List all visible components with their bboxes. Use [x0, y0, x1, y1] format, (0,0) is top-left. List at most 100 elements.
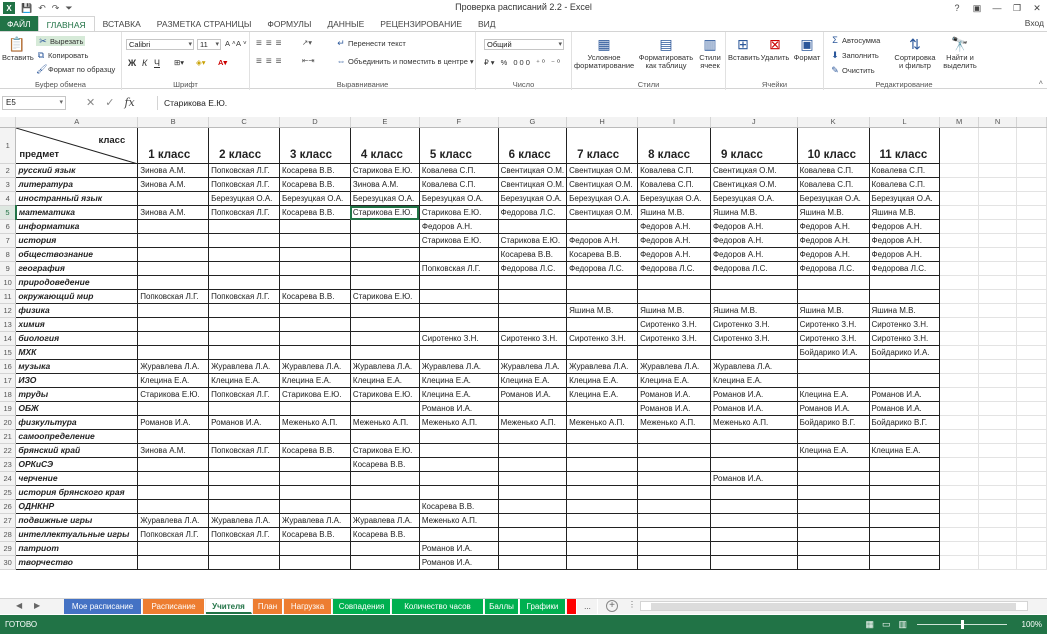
- teacher-cell[interactable]: Зинова А.М.: [137, 443, 210, 458]
- teacher-cell[interactable]: Журавлева Л.А.: [637, 359, 711, 374]
- teacher-cell[interactable]: [279, 541, 351, 556]
- teacher-cell[interactable]: [279, 401, 351, 416]
- row-header[interactable]: 1: [0, 127, 17, 164]
- teacher-cell[interactable]: Журавлева Л.А.: [349, 359, 420, 374]
- teacher-cell[interactable]: Бойдарико И.А.: [796, 345, 870, 360]
- conditional-formatting-button[interactable]: ▦ Условное форматирование: [574, 35, 634, 70]
- teacher-cell[interactable]: Клецина Е.А.: [208, 373, 281, 388]
- teacher-cell[interactable]: [868, 471, 941, 486]
- teacher-cell[interactable]: [418, 429, 499, 444]
- cell[interactable]: [978, 331, 1018, 346]
- cell[interactable]: [1016, 127, 1047, 164]
- sheet-tab[interactable]: Графики: [520, 599, 566, 614]
- cell[interactable]: [978, 471, 1018, 486]
- row-header[interactable]: 4: [0, 191, 17, 206]
- cell[interactable]: [1016, 191, 1047, 206]
- teacher-cell[interactable]: [418, 317, 499, 332]
- subject-cell[interactable]: интеллектуальные игры: [15, 527, 139, 542]
- teacher-cell[interactable]: Романов И.А.: [418, 401, 499, 416]
- teacher-cell[interactable]: Клецина Е.А.: [868, 443, 941, 458]
- column-header[interactable]: L: [869, 117, 941, 128]
- teacher-cell[interactable]: Яшина М.В.: [868, 303, 941, 318]
- teacher-cell[interactable]: Федоров А.Н.: [709, 233, 798, 248]
- teacher-cell[interactable]: Клецина Е.А.: [637, 373, 711, 388]
- sheet-tab[interactable]: Совпадения: [333, 599, 391, 614]
- teacher-cell[interactable]: [208, 261, 281, 276]
- copy-button[interactable]: ⧉ Копировать: [36, 50, 89, 60]
- cell[interactable]: [978, 401, 1018, 416]
- worksheet-grid[interactable]: A B C D E F G H I J K L M N 1 класс предмет 1 класс 2 клас…: [0, 117, 1047, 597]
- teacher-cell[interactable]: [497, 345, 568, 360]
- cell[interactable]: [1016, 387, 1047, 402]
- teacher-cell[interactable]: [279, 499, 351, 514]
- sheet-tab[interactable]: Баллы: [485, 599, 519, 614]
- row-header[interactable]: 8: [0, 247, 17, 262]
- teacher-cell[interactable]: [349, 233, 420, 248]
- teacher-cell[interactable]: [709, 513, 798, 528]
- normal-view-icon[interactable]: ▦: [865, 615, 874, 634]
- teacher-cell[interactable]: Сиротенко З.Н.: [868, 317, 941, 332]
- cell[interactable]: [939, 555, 979, 570]
- teacher-cell[interactable]: Березуцкая О.А.: [868, 191, 941, 206]
- teacher-cell[interactable]: Журавлева Л.А.: [566, 359, 639, 374]
- format-cells-button[interactable]: ▣ Формат: [792, 35, 822, 62]
- column-header[interactable]: B: [137, 117, 210, 128]
- subject-cell[interactable]: химия: [15, 317, 139, 332]
- borders-icon[interactable]: ⊞▾: [174, 58, 184, 67]
- teacher-cell[interactable]: [137, 191, 210, 206]
- teacher-cell[interactable]: Березуцкая О.А.: [796, 191, 870, 206]
- teacher-cell[interactable]: Косарева В.В.: [418, 499, 499, 514]
- cell[interactable]: [1016, 289, 1047, 304]
- teacher-cell[interactable]: [208, 457, 281, 472]
- row-header[interactable]: 20: [0, 415, 17, 430]
- row-header[interactable]: 18: [0, 387, 17, 402]
- insert-cells-button[interactable]: ⊞ Вставить: [728, 35, 760, 62]
- subject-cell[interactable]: природоведение: [15, 275, 139, 290]
- subject-cell[interactable]: история брянского края: [15, 485, 139, 500]
- teacher-cell[interactable]: [709, 555, 798, 570]
- teacher-cell[interactable]: Старикова Е.Ю.: [418, 233, 499, 248]
- teacher-cell[interactable]: [709, 541, 798, 556]
- subject-cell[interactable]: музыка: [15, 359, 139, 374]
- teacher-cell[interactable]: Старикова Е.Ю.: [349, 289, 420, 304]
- cell[interactable]: [1016, 555, 1047, 570]
- teacher-cell[interactable]: Косарева В.В.: [279, 163, 351, 178]
- teacher-cell[interactable]: [349, 219, 420, 234]
- subject-cell[interactable]: самоопределение: [15, 429, 139, 444]
- cell[interactable]: [978, 387, 1018, 402]
- tab-data[interactable]: ДАННЫЕ: [319, 16, 372, 32]
- cell[interactable]: [978, 247, 1018, 262]
- teacher-cell[interactable]: Косарева В.В.: [349, 527, 420, 542]
- teacher-cell[interactable]: Романов И.А.: [868, 387, 941, 402]
- teacher-cell[interactable]: [868, 289, 941, 304]
- teacher-cell[interactable]: [208, 345, 281, 360]
- cell[interactable]: [978, 303, 1018, 318]
- teacher-cell[interactable]: [279, 247, 351, 262]
- teacher-cell[interactable]: [137, 499, 210, 514]
- teacher-cell[interactable]: Попковская Л.Г.: [208, 177, 281, 192]
- teacher-cell[interactable]: [497, 541, 568, 556]
- cell[interactable]: [939, 401, 979, 416]
- cell[interactable]: [1016, 303, 1047, 318]
- teacher-cell[interactable]: Ковалева С.П.: [796, 163, 870, 178]
- subject-cell[interactable]: литература: [15, 177, 139, 192]
- shrink-font-icon[interactable]: A ˅: [236, 39, 247, 48]
- teacher-cell[interactable]: Клецина Е.А.: [137, 373, 210, 388]
- formula-input[interactable]: Старикова Е.Ю.: [157, 96, 1045, 110]
- teacher-cell[interactable]: [279, 275, 351, 290]
- cell[interactable]: [1016, 415, 1047, 430]
- teacher-cell[interactable]: [208, 303, 281, 318]
- row-header[interactable]: 29: [0, 541, 17, 556]
- teacher-cell[interactable]: [208, 219, 281, 234]
- teacher-cell[interactable]: Сиротенко З.Н.: [497, 331, 568, 346]
- horizontal-scrollbar[interactable]: [640, 601, 1028, 611]
- teacher-cell[interactable]: Федоров А.Н.: [637, 233, 711, 248]
- teacher-cell[interactable]: [497, 513, 568, 528]
- teacher-cell[interactable]: [418, 485, 499, 500]
- teacher-cell[interactable]: [279, 219, 351, 234]
- row-header[interactable]: 15: [0, 345, 17, 360]
- cell[interactable]: [1016, 443, 1047, 458]
- teacher-cell[interactable]: Яшина М.В.: [796, 205, 870, 220]
- cell[interactable]: [978, 457, 1018, 472]
- teacher-cell[interactable]: Федоров А.Н.: [796, 233, 870, 248]
